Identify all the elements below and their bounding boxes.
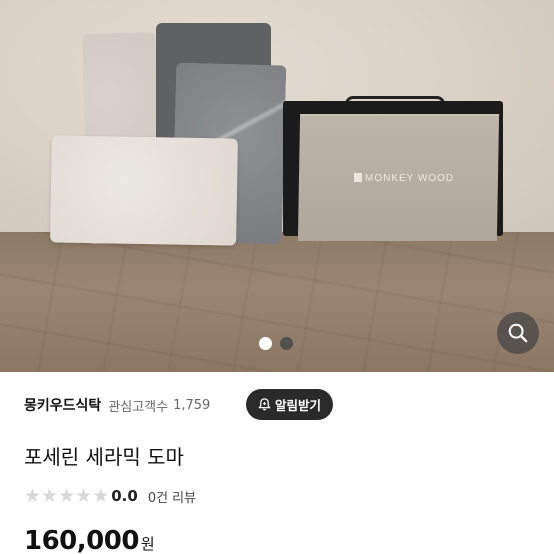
bell-plus-icon [258,398,271,411]
star-icon: ★ [75,484,93,507]
box-logo-text: MONKEY WOOD [365,173,455,184]
box-logo: MONKEY WOOD [354,173,454,184]
price-row: 160,000 원 [24,526,155,554]
image-background-floor [0,232,554,372]
white-board [50,135,238,246]
star-rating: ★ ★ ★ ★ ★ [24,484,110,507]
currency: 원 [140,535,155,553]
notify-label: 알림받기 [275,398,322,413]
rating-value: 0.0 [111,487,138,505]
product-title: 포세린 세라믹 도마 [24,445,184,469]
carousel-dot-2[interactable] [280,337,293,350]
notify-button[interactable]: 알림받기 [246,389,334,420]
search-icon [508,323,528,343]
rating-row[interactable]: ★ ★ ★ ★ ★ 0.0 0건 리뷰 [24,485,196,507]
carousel-indicator [259,337,293,350]
store-row: 몽키우드식탁 관심고객수 1,759 알림받기 [24,389,534,421]
box-logo-mark [354,173,362,182]
star-icon: ★ [92,484,110,507]
price: 160,000 [24,526,139,554]
carousel-dot-1[interactable] [259,337,272,350]
review-count[interactable]: 0건 리뷰 [148,487,196,506]
followers-count: 1,759 [173,397,211,413]
product-image[interactable]: MONKEY WOOD [0,0,554,372]
star-icon: ★ [58,484,76,507]
star-icon: ★ [41,484,59,507]
star-icon: ★ [24,484,42,507]
store-name[interactable]: 몽키우드식탁 [24,395,101,415]
zoom-button[interactable] [497,312,539,354]
followers-label: 관심고객수 [108,399,169,415]
